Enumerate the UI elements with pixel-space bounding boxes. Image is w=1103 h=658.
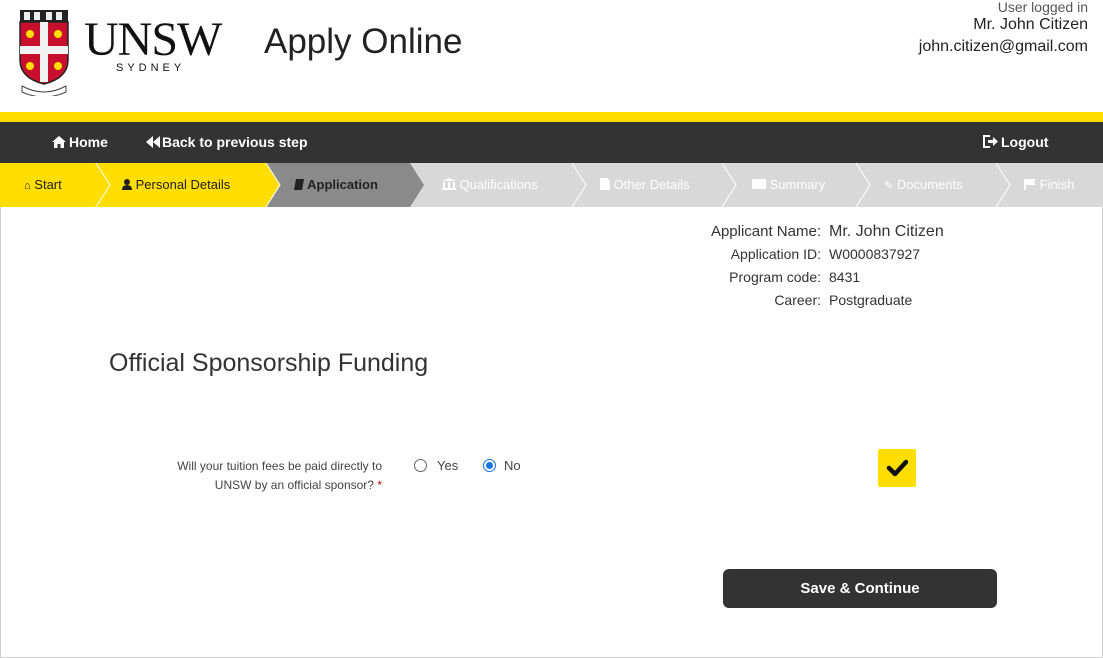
back-label: Back to previous step — [162, 134, 308, 150]
checkmark-icon — [886, 459, 909, 477]
home-label: Home — [69, 134, 108, 150]
institution-icon — [442, 178, 456, 190]
progress-steps: ⌂ Start Personal Details Application Qua… — [0, 163, 1103, 207]
book-icon — [294, 179, 304, 190]
required-mark: * — [377, 478, 382, 492]
validation-check — [878, 449, 916, 487]
applicant-info-labels: Applicant Name: Application ID: Program … — [711, 220, 821, 312]
file-icon — [600, 178, 610, 190]
header: UNSW SYDNEY Apply Online User logged in … — [0, 0, 1103, 112]
step-start-label: Start — [34, 177, 62, 192]
logout-link[interactable]: Logout — [983, 122, 1048, 163]
applicant-name-label: Applicant Name: — [710, 223, 821, 240]
radio-no[interactable]: No — [483, 458, 521, 473]
step-qualifications-content: Qualifications — [442, 163, 538, 207]
radio-yes-label: Yes — [437, 458, 459, 473]
unsw-crest-logo — [19, 10, 69, 96]
career-label: Career: — [774, 292, 821, 308]
application-id-label: Application ID: — [730, 246, 821, 262]
step-documents[interactable]: ✎ Documents — [870, 163, 996, 207]
back-link[interactable]: Back to previous step — [146, 122, 308, 163]
step-summary-label: Summary — [769, 177, 826, 192]
program-code-label: Program code: — [729, 269, 821, 285]
user-email: john.citizen@gmail.com — [918, 38, 1088, 55]
step-finish-label: Finish — [1039, 177, 1075, 192]
step-application[interactable]: Application — [280, 163, 410, 207]
applicant-name-value: Mr. John Citizen — [829, 223, 944, 240]
step-start[interactable]: ⌂ Start — [0, 163, 96, 207]
career-value: Postgraduate — [829, 292, 913, 308]
step-finish-content: Finish — [1024, 163, 1074, 207]
step-qualifications-label: Qualifications — [459, 177, 538, 192]
user-name: Mr. John Citizen — [973, 16, 1088, 33]
logout-label: Logout — [1001, 134, 1049, 150]
logo-subtext: SYDNEY — [116, 62, 186, 74]
step-start-content: ⌂ Start — [24, 163, 62, 207]
step-application-label: Application — [307, 177, 378, 192]
radio-yes-circle[interactable] — [414, 459, 427, 472]
save-continue-button[interactable]: Save & Continue — [723, 569, 997, 608]
step-finish[interactable]: Finish — [1010, 163, 1103, 207]
step-personal-details[interactable]: Personal Details — [110, 163, 266, 207]
step-other-details-label: Other Details — [613, 177, 690, 192]
step-other-details[interactable]: Other Details — [586, 163, 722, 207]
paperclip-icon: ✎ — [884, 180, 894, 192]
home-icon — [52, 136, 66, 148]
step-personal-details-label: Personal Details — [135, 177, 231, 192]
step-other-details-content: Other Details — [600, 163, 690, 207]
applicant-info-values: Mr. John Citizen W0000837927 8431 Postgr… — [829, 220, 944, 312]
radio-no-label: No — [504, 458, 521, 473]
step-documents-label: Documents — [896, 177, 963, 192]
step-documents-content: ✎ Documents — [884, 163, 963, 207]
step-qualifications[interactable]: Qualifications — [424, 163, 572, 207]
step-summary-content: Summary — [752, 163, 825, 207]
logo-text: UNSW — [84, 13, 222, 66]
radio-yes[interactable]: Yes — [414, 458, 458, 473]
step-application-content: Application — [294, 163, 378, 207]
step-summary[interactable]: Summary — [736, 163, 856, 207]
question-line-2: UNSW by an official sponsor? — [214, 478, 374, 492]
top-nav: Home Back to previous step Logout — [0, 122, 1103, 163]
home-link[interactable]: Home — [52, 122, 108, 163]
user-info: User logged in Mr. John Citizen john.cit… — [918, 0, 1088, 58]
step-personal-details-content: Personal Details — [122, 163, 230, 207]
backward-icon — [146, 136, 160, 148]
user-logged-label: User logged in — [997, 0, 1088, 15]
list-icon — [752, 179, 766, 189]
sponsor-question-label: Will your tuition fees be paid directly … — [140, 457, 382, 495]
flag-icon — [1024, 179, 1036, 190]
home-icon: ⌂ — [24, 180, 31, 192]
logout-icon — [983, 135, 998, 148]
brand-stripe — [0, 112, 1103, 122]
section-title: Official Sponsorship Funding — [109, 349, 429, 377]
app-title: Apply Online — [264, 22, 463, 61]
question-line-1: Will your tuition fees be paid directly … — [177, 459, 382, 473]
program-code-value: 8431 — [829, 269, 861, 285]
application-id-value: W0000837927 — [829, 246, 921, 262]
radio-no-circle[interactable] — [483, 459, 496, 472]
user-icon — [122, 179, 132, 190]
